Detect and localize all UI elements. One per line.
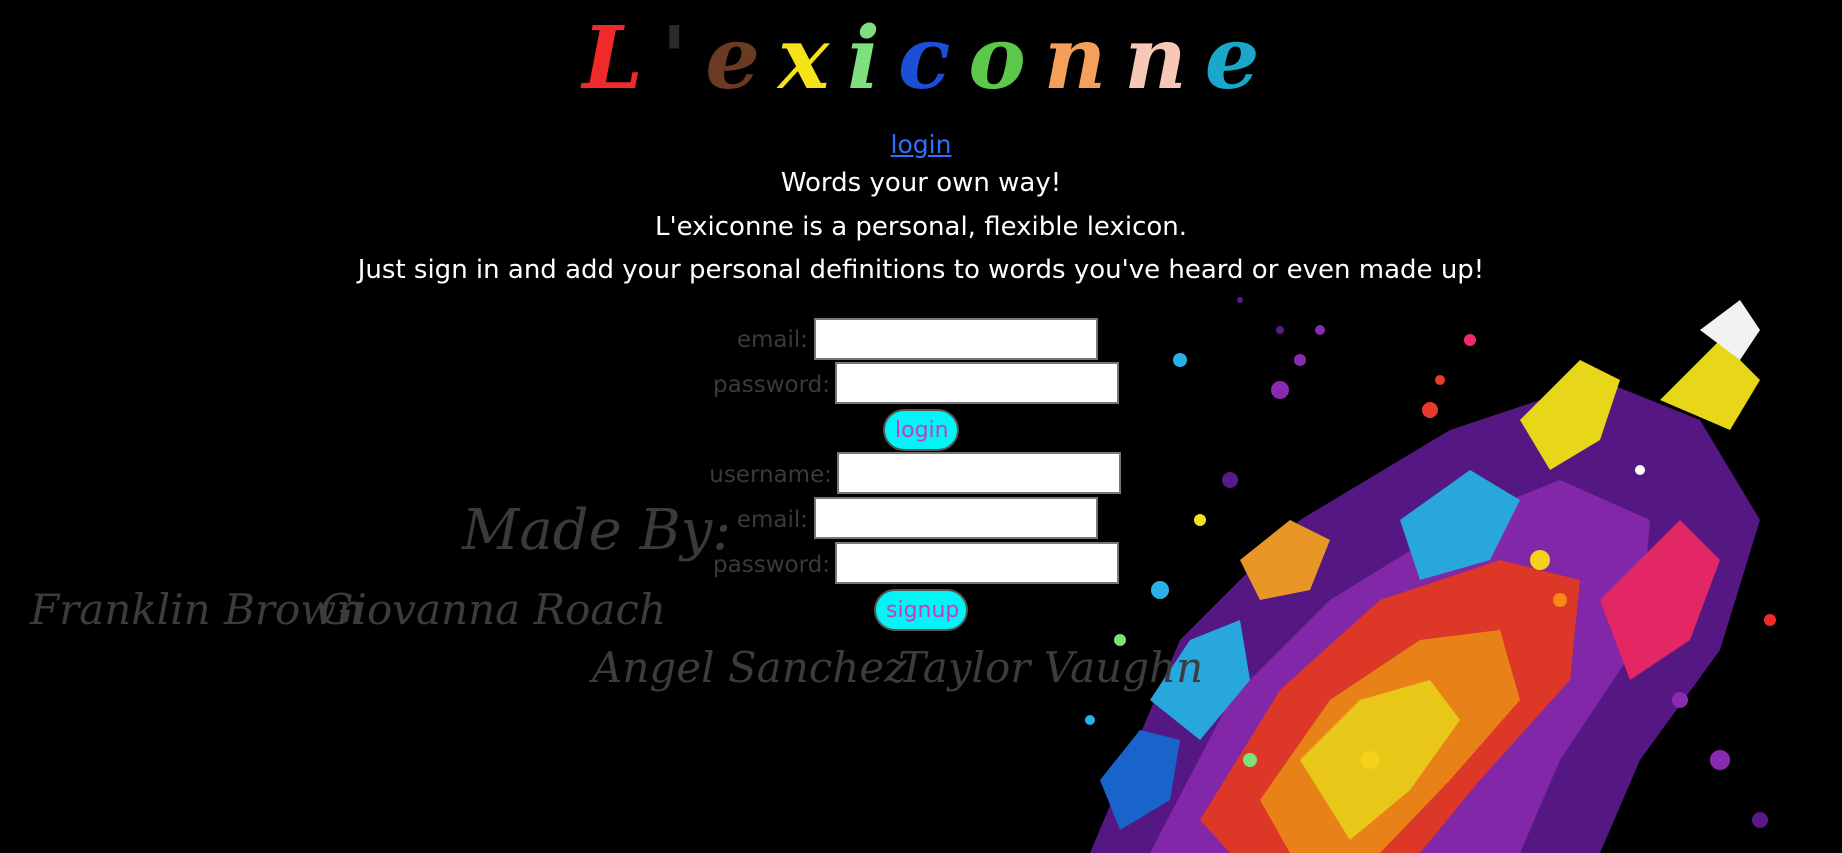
author-angel-sanchez: Angel Sanchez — [592, 640, 906, 696]
title-letter: L — [582, 8, 643, 109]
login-password-field[interactable] — [835, 362, 1119, 404]
page: L ' e x i c o n n e login Words your own way! L'e… — [0, 0, 1842, 853]
login-password-label: password: — [713, 372, 830, 398]
description: L'exiconne is a personal, flexible lexic… — [654, 212, 1188, 242]
title-letter: c — [897, 8, 951, 109]
signup-username-field[interactable] — [837, 452, 1121, 494]
login-email-field[interactable] — [814, 318, 1098, 360]
signup-password-label: password: — [713, 552, 830, 578]
signup-username-label: username: — [709, 462, 832, 488]
title-letter: ' — [660, 8, 688, 109]
author-name: Giovanna Roach — [320, 585, 667, 634]
title-letter: x — [778, 8, 830, 109]
author-giovanna-roach: Giovanna Roach — [320, 582, 666, 638]
title-letter: n — [1043, 8, 1107, 109]
top-login-link-wrapper: login — [0, 130, 1842, 159]
signup-password-field[interactable] — [835, 542, 1119, 584]
signup-email-label: email: — [736, 507, 808, 533]
title-letter: n — [1124, 8, 1187, 109]
login-link[interactable]: login — [891, 130, 952, 159]
author-name: Taylor Vaughn — [898, 643, 1204, 692]
author-name: Angel Sanchez — [592, 643, 907, 692]
title-letter: e — [705, 8, 761, 109]
signup-email-field[interactable] — [814, 497, 1098, 539]
title-letter: e — [1204, 8, 1260, 109]
signup-button[interactable]: signup — [874, 589, 968, 631]
login-email-label: email: — [736, 327, 808, 353]
author-taylor-vaughn: Taylor Vaughn — [898, 640, 1203, 696]
instructions: Just sign in and add your personal defin… — [357, 255, 1485, 285]
login-button[interactable]: login — [883, 409, 959, 451]
author-franklin-brown: Franklin Brown — [30, 582, 363, 638]
tagline: Words your own way! — [780, 168, 1062, 198]
title-letter: i — [847, 8, 880, 109]
title-letter: o — [968, 8, 1026, 109]
author-name: Franklin Brown — [30, 585, 364, 634]
app-title: L ' e x i c o n n e — [0, 4, 1842, 114]
